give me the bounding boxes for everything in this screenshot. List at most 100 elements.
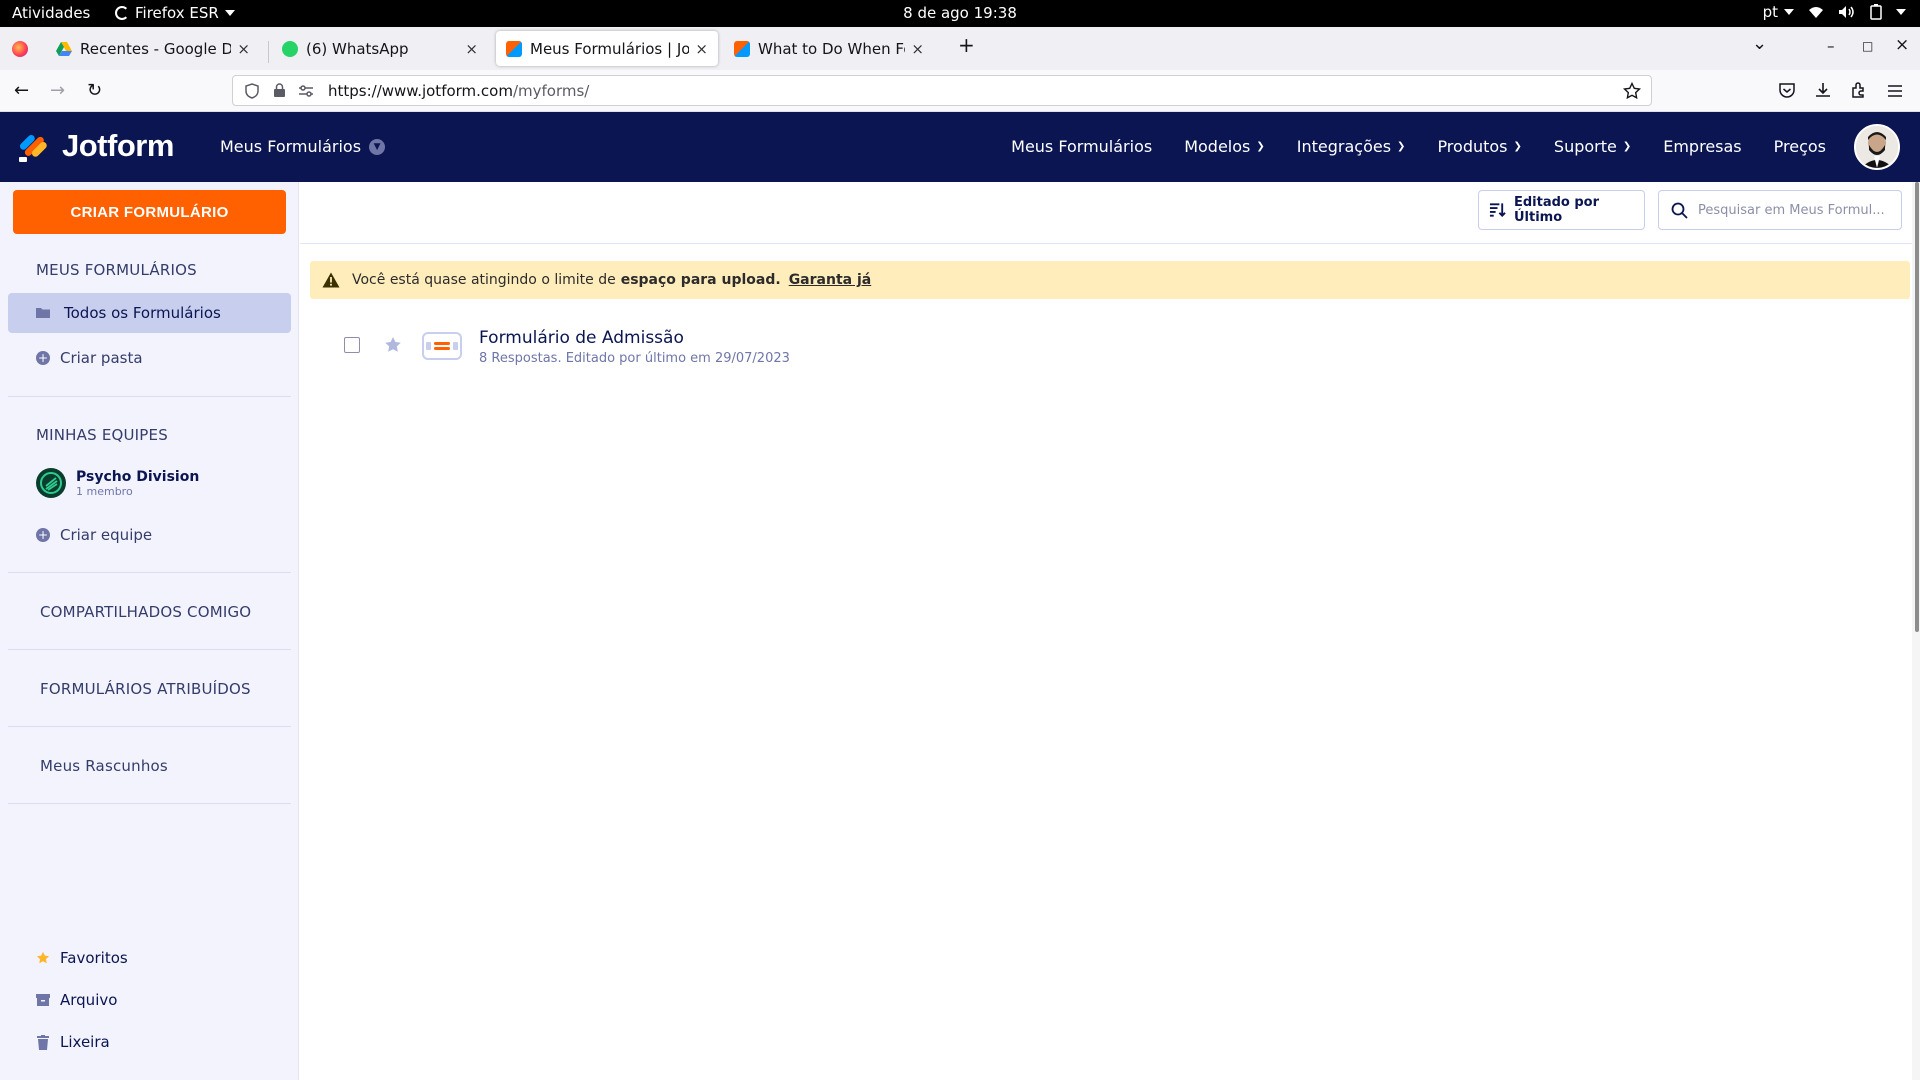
- breadcrumb[interactable]: Meus Formulários ▼: [220, 137, 386, 156]
- search-input[interactable]: [1698, 202, 1888, 218]
- url-bar[interactable]: https://www.jotform.com/myforms/: [232, 75, 1652, 106]
- tab-separator: [268, 41, 269, 63]
- system-tray[interactable]: pt: [1763, 3, 1906, 21]
- activities-button[interactable]: Atividades: [12, 4, 90, 22]
- scrollbar-thumb[interactable]: [1915, 182, 1919, 632]
- volume-icon: [1839, 6, 1854, 18]
- url-host: https://www.jotform.com: [328, 81, 513, 100]
- close-icon[interactable]: ×: [695, 40, 708, 58]
- shield-icon[interactable]: [245, 82, 259, 99]
- divider: [8, 396, 291, 397]
- close-icon[interactable]: ×: [465, 40, 478, 58]
- maximize-button[interactable]: □: [1862, 39, 1873, 53]
- firefox-view-icon[interactable]: [12, 41, 28, 57]
- divider: [300, 243, 1920, 244]
- create-form-button[interactable]: CRIAR FORMULÁRIO: [13, 190, 286, 234]
- url-path: /myforms/: [512, 81, 590, 100]
- search-icon: [1671, 202, 1688, 219]
- system-top-bar: Atividades Firefox ESR 8 de ago 19:38 pt: [0, 0, 1920, 27]
- divider: [8, 572, 291, 573]
- pocket-icon[interactable]: [1778, 81, 1796, 99]
- sidebar-item-favorites[interactable]: Favoritos: [36, 949, 128, 967]
- star-icon: [36, 951, 50, 964]
- banner-upgrade-link[interactable]: Garanta já: [789, 272, 872, 288]
- sidebar-item-shared-with-me[interactable]: COMPARTILHADOS COMIGO: [40, 603, 251, 621]
- sidebar: CRIAR FORMULÁRIO MEUS FORMULÁRIOS Todos …: [0, 182, 299, 1080]
- clock[interactable]: 8 de ago 19:38: [903, 4, 1017, 22]
- plus-circle-icon: +: [36, 351, 50, 365]
- bookmark-star-icon[interactable]: [1623, 82, 1641, 100]
- tab-whatsapp[interactable]: (6) WhatsApp ×: [272, 31, 488, 66]
- sort-icon: [1489, 203, 1506, 217]
- team-logo-icon: [40, 472, 62, 494]
- tab-google-drive[interactable]: Recentes - Google Drive ×: [46, 31, 260, 66]
- minimize-button[interactable]: –: [1827, 37, 1835, 55]
- sidebar-item-all-forms[interactable]: Todos os Formulários: [8, 293, 291, 333]
- nav-label: Suporte: [1553, 137, 1617, 156]
- sort-button[interactable]: Editado por Último: [1478, 190, 1645, 230]
- table-row[interactable]: Formulário de Admissão 8 Respostas. Edit…: [300, 320, 1920, 372]
- nav-my-forms[interactable]: Meus Formulários: [1011, 137, 1152, 156]
- user-avatar-icon: [1856, 126, 1898, 168]
- language-indicator[interactable]: pt: [1763, 3, 1794, 21]
- folder-icon: [36, 308, 50, 318]
- sidebar-item-label: Favoritos: [60, 949, 128, 967]
- nav-integrations[interactable]: Integrações ❯: [1297, 137, 1406, 156]
- app-menu[interactable]: Firefox ESR: [115, 4, 235, 22]
- sidebar-item-archive[interactable]: Arquivo: [36, 991, 117, 1009]
- header-nav: Meus Formulários Modelos ❯ Integrações ❯ P…: [1011, 137, 1826, 156]
- chevron-down-icon: [224, 10, 235, 16]
- close-icon[interactable]: ×: [237, 40, 250, 58]
- sidebar-item-assigned-forms[interactable]: FORMULÁRIOS ATRIBUÍDOS: [40, 680, 251, 698]
- archive-icon: [36, 994, 50, 1006]
- jotform-icon: [506, 40, 522, 57]
- nav-support[interactable]: Suporte ❯: [1554, 137, 1631, 156]
- chevron-down-icon: ❯: [1256, 141, 1265, 152]
- tab-title: Meus Formulários | Jotfor: [530, 39, 690, 58]
- extensions-icon[interactable]: [1850, 81, 1868, 99]
- google-drive-icon: [56, 41, 72, 56]
- hamburger-menu-icon[interactable]: [1887, 84, 1903, 98]
- banner-bold-text: espaço para upload.: [620, 272, 781, 288]
- nav-label: Preços: [1773, 137, 1826, 156]
- create-team-button[interactable]: + Criar equipe: [36, 526, 152, 544]
- chevron-down-icon: ❯: [1513, 141, 1522, 152]
- nav-enterprise[interactable]: Empresas: [1663, 137, 1741, 156]
- nav-label: Empresas: [1663, 137, 1742, 156]
- sidebar-item-trash[interactable]: Lixeira: [36, 1033, 110, 1051]
- nav-label: Modelos: [1184, 137, 1251, 156]
- form-select-checkbox[interactable]: [344, 337, 360, 353]
- forward-button[interactable]: →: [50, 80, 65, 101]
- reload-button[interactable]: ↻: [87, 80, 102, 101]
- close-icon[interactable]: ×: [911, 40, 924, 58]
- nav-products[interactable]: Produtos ❯: [1437, 137, 1521, 156]
- favorite-star-icon[interactable]: [384, 336, 402, 354]
- tab-title: (6) WhatsApp: [306, 39, 409, 58]
- avatar[interactable]: [1854, 124, 1900, 170]
- create-folder-button[interactable]: + Criar pasta: [36, 349, 143, 367]
- form-title[interactable]: Formulário de Admissão: [479, 328, 684, 348]
- sidebar-item-my-drafts[interactable]: Meus Rascunhos: [40, 757, 168, 775]
- plus-circle-icon: +: [36, 528, 50, 542]
- browser-nav-bar: ← → ↻ https://www.jotform.com/myforms/: [0, 70, 1920, 112]
- back-button[interactable]: ←: [14, 80, 29, 101]
- list-all-tabs-button[interactable]: ⌄: [1752, 33, 1767, 54]
- search-box[interactable]: [1658, 190, 1902, 230]
- create-folder-label: Criar pasta: [60, 349, 143, 367]
- new-tab-button[interactable]: +: [958, 33, 975, 57]
- download-icon[interactable]: [1814, 81, 1832, 99]
- divider: [8, 726, 291, 727]
- tab-title: What to Do When Form S: [758, 39, 905, 58]
- nav-label: Produtos: [1437, 137, 1508, 156]
- jotform-logo[interactable]: Jotform: [18, 128, 174, 164]
- team-item[interactable]: Psycho Division 1 membro: [36, 468, 199, 498]
- permissions-icon[interactable]: [298, 84, 314, 97]
- close-window-button[interactable]: ×: [1895, 35, 1909, 55]
- nav-templates[interactable]: Modelos ❯: [1184, 137, 1265, 156]
- nav-pricing[interactable]: Preços: [1774, 137, 1826, 156]
- lock-icon[interactable]: [273, 83, 286, 98]
- form-card-icon: [422, 332, 462, 360]
- tab-jotform-my-forms[interactable]: Meus Formulários | Jotfor ×: [496, 31, 718, 66]
- tab-jotform-article[interactable]: What to Do When Form S ×: [724, 31, 934, 66]
- sidebar-item-label: Lixeira: [60, 1033, 110, 1051]
